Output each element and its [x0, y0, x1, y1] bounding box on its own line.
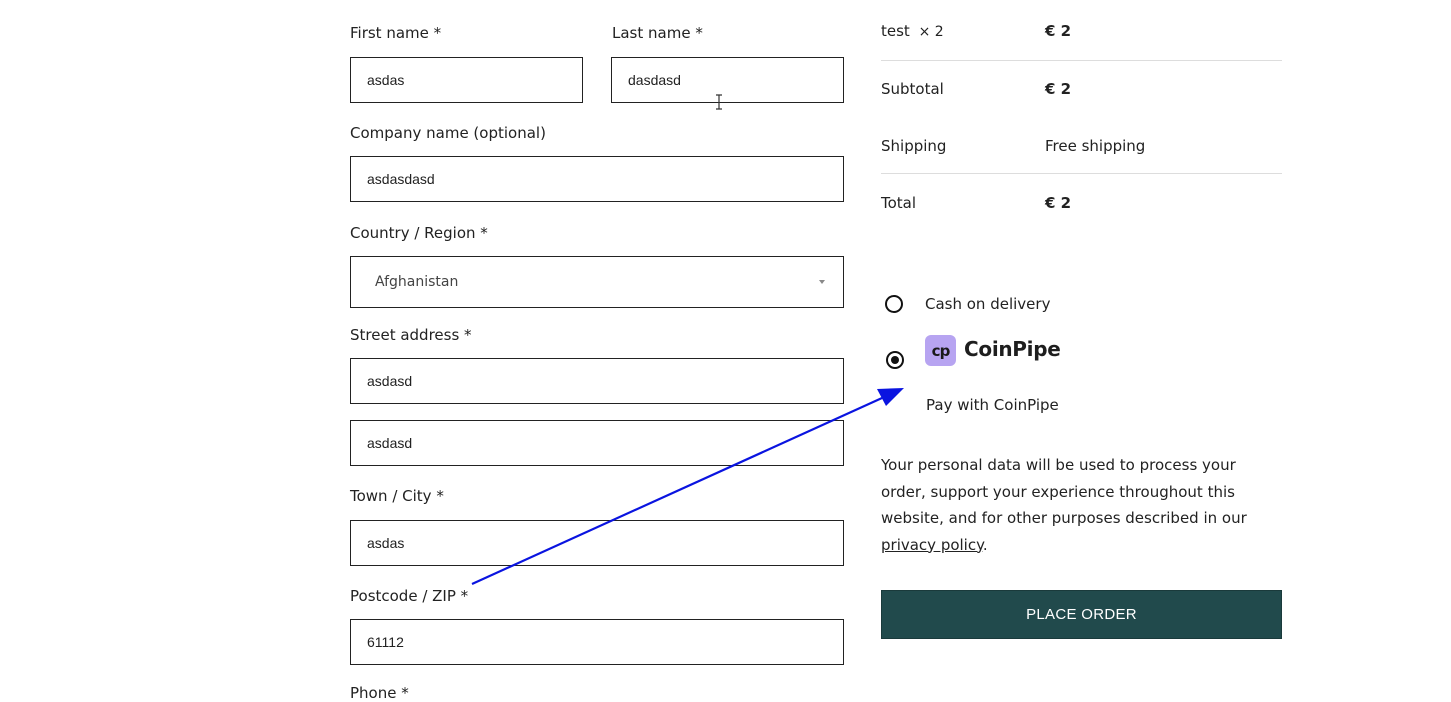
annotation-arrow-icon	[471, 388, 904, 586]
